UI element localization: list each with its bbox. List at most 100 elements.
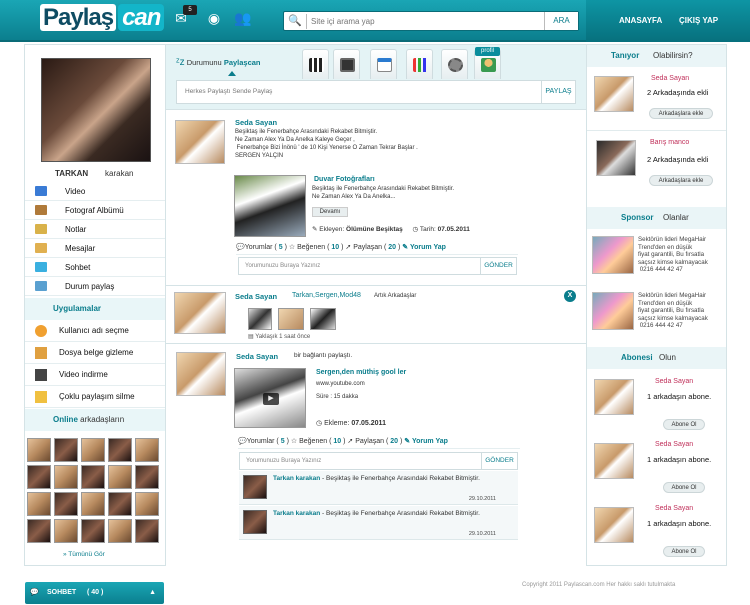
see-all-link[interactable]: » Tümünü Gör [63,551,105,558]
subscribe-avatar[interactable] [594,507,634,543]
post-author-name[interactable]: Seda Sayan [235,118,277,127]
comment-action-link[interactable]: ✎ Yorum Yap [402,244,446,251]
subscribe-button[interactable]: Abone Ol [663,482,705,493]
link-title[interactable]: Sergen,den müthiş gool ler [316,369,406,376]
menu-item-notes[interactable]: Notlar [25,220,165,239]
tab-profile[interactable]: profil [474,47,501,79]
menu-item-photo-album[interactable]: Fotograf Albümü [25,201,165,220]
suggested-person-avatar[interactable] [594,76,634,112]
friends-icon[interactable]: 👥 [234,10,252,26]
sponsor-ad-image[interactable] [592,236,634,274]
menu-item-messages[interactable]: Mesajlar [25,239,165,258]
profile-avatar[interactable] [41,58,151,162]
post-author-avatar[interactable] [174,292,226,334]
comment-action-link[interactable]: ✎ Yorum Yap [404,438,448,445]
commenter-avatar[interactable] [243,475,267,499]
wall-photos-link[interactable]: Duvar Fotoğrafları [314,176,375,183]
status-input[interactable]: Herkes Paylaştı Sende Paylaş [185,88,272,95]
nav-home[interactable]: ANASAYFA [619,16,662,25]
likes-link[interactable]: ☆ Beğenen ( 10 ) [291,438,346,445]
post-author-name[interactable]: Seda Sayan [235,292,277,301]
tagged-friend-thumb[interactable] [278,308,304,330]
commenter-name[interactable]: Tarkan karakan [273,510,320,517]
share-button[interactable]: PAYLAŞ [541,81,575,103]
tab-tv[interactable] [333,49,360,79]
likes-link[interactable]: ☆ Beğenen ( 10 ) [289,244,344,251]
add-friend-button[interactable]: Arkadaşlara ekle [649,108,713,119]
friend-thumb[interactable] [108,465,132,489]
link-url[interactable]: www.youtube.com [316,381,365,387]
globe-icon[interactable]: ◉ [205,10,223,26]
comment-input[interactable]: Yorumunuzu Buraya Yazınız [246,458,321,464]
friend-thumb[interactable] [27,438,51,462]
add-friend-button[interactable]: Arkadaşlara ekle [649,175,713,186]
comments-link[interactable]: 💬Yorumlar ( 5 ) [238,438,289,445]
send-comment-button[interactable]: GÖNDER [481,453,517,469]
suggested-person-name[interactable]: Seda Sayan [651,75,689,82]
tab-video[interactable] [302,49,329,79]
app-item-file-hide[interactable]: Dosya belge gizleme [25,342,165,364]
tab-settings[interactable] [441,49,468,79]
menu-item-video[interactable]: Video [25,182,165,201]
tab-calendar[interactable] [370,49,397,79]
commenter-name[interactable]: Tarkan karakan [273,475,320,482]
tagged-friend-thumb[interactable] [248,308,272,330]
friend-thumb[interactable] [27,492,51,516]
friend-thumb[interactable] [54,465,78,489]
close-post-button[interactable]: X [564,290,576,302]
wall-photo[interactable] [234,175,306,237]
sponsor-ad-text[interactable]: Sektörün lideri MegaHair Trend'den en dü… [638,292,708,330]
friend-thumb[interactable] [81,438,105,462]
tab-stats[interactable] [406,49,433,79]
tagged-friend-thumb[interactable] [310,308,336,330]
sponsor-ad-text[interactable]: Sektörün lideri MegaHair Trend'den en dü… [638,236,708,274]
shares-link[interactable]: ➚ Paylaşan ( 20 ) [347,438,402,445]
friend-thumb[interactable] [135,465,159,489]
subscribe-avatar[interactable] [594,443,634,479]
friend-thumb[interactable] [54,438,78,462]
app-item-username[interactable]: Kullanıcı adı seçme [25,320,165,342]
app-item-bulk-delete[interactable]: Çoklu paylaşım silme [25,386,165,408]
friend-thumb[interactable] [81,492,105,516]
tab-share-status[interactable]: ᶻz Durumunu Paylaşcan [176,57,296,79]
video-thumbnail[interactable]: ▶ [234,368,306,428]
app-item-video-download[interactable]: Video indirme [25,364,165,386]
subscribe-button[interactable]: Abone Ol [663,546,705,557]
chevron-up-icon[interactable]: ▲ [149,582,156,604]
post-author-avatar[interactable] [176,352,226,396]
commenter-avatar[interactable] [243,510,267,534]
nav-logout[interactable]: ÇIKIŞ YAP [679,16,718,25]
subscribe-name[interactable]: Seda Sayan [655,441,693,448]
shares-link[interactable]: ➚ Paylaşan ( 20 ) [345,244,400,251]
friend-thumb[interactable] [54,492,78,516]
logo[interactable]: Paylaş can [40,4,165,38]
post-author-avatar[interactable] [175,120,225,164]
profile-last-name[interactable]: karakan [105,169,133,178]
menu-item-share-status[interactable]: Durum paylaş [25,277,165,296]
comment-input[interactable]: Yorumunuzu Buraya Yazınız [245,263,320,269]
friend-thumb[interactable] [27,519,51,543]
friend-thumb[interactable] [81,519,105,543]
more-button[interactable]: Devamı [312,207,348,217]
friend-thumb[interactable] [27,465,51,489]
added-by-link[interactable]: Ölümüne Beşiktaş [346,226,403,233]
search-button[interactable]: ARA [544,12,578,30]
friend-thumb[interactable] [108,492,132,516]
subscribe-button[interactable]: Abone Ol [663,419,705,430]
suggested-person-name[interactable]: Barış manco [650,139,689,146]
friend-thumb[interactable] [108,438,132,462]
friend-thumb[interactable] [81,465,105,489]
suggested-person-avatar[interactable] [596,140,636,176]
friend-thumb[interactable] [135,438,159,462]
sponsor-ad-image[interactable] [592,292,634,330]
post-author-name[interactable]: Seda Sayan [236,352,278,361]
subscribe-name[interactable]: Seda Sayan [655,505,693,512]
search-input[interactable] [306,14,541,29]
subscribe-avatar[interactable] [594,379,634,415]
menu-item-chat[interactable]: Sohbet [25,258,165,277]
send-comment-button[interactable]: GÖNDER [480,258,516,274]
tagged-friends[interactable]: Tarkan,Sergen,Mod48 [292,292,361,299]
friend-thumb[interactable] [135,492,159,516]
chat-bar[interactable]: 💬 SOHBET ( 40 ) ▲ [25,582,164,604]
friend-thumb[interactable] [135,519,159,543]
